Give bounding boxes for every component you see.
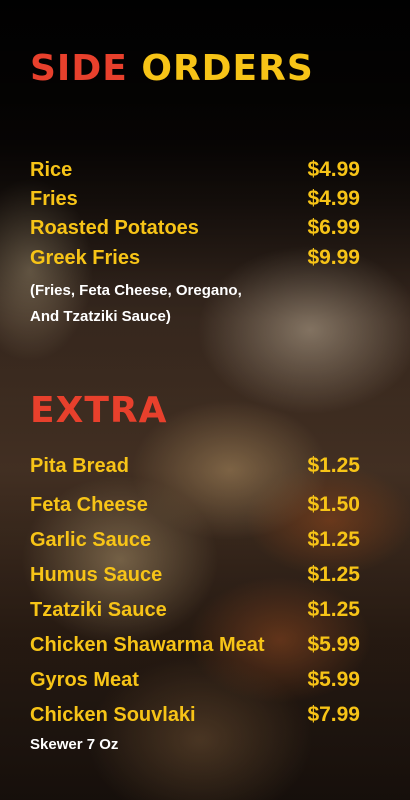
item-name: Tzatziki Sauce <box>30 599 167 621</box>
side-orders-title-word2: ORDERS <box>141 48 314 89</box>
side-orders-title-word1: SIDE <box>30 48 128 89</box>
menu-item-roasted-potatoes: Roasted Potatoes $6.99 <box>30 216 360 240</box>
item-name: Fries <box>30 188 78 210</box>
item-price: $4.99 <box>307 158 360 181</box>
item-name: Chicken Shawarma Meat <box>30 634 265 656</box>
menu-item-humus-sauce: Humus Sauce $1.25 <box>30 563 360 587</box>
item-name: Roasted Potatoes <box>30 217 199 239</box>
item-price: $4.99 <box>307 187 360 210</box>
menu-item-gyros-meat: Gyros Meat $5.99 <box>30 668 360 692</box>
item-price: $5.99 <box>307 633 360 656</box>
side-orders-title: SIDE ORDERS <box>30 48 314 89</box>
item-price: $1.25 <box>307 598 360 621</box>
item-price: $1.50 <box>307 493 360 516</box>
item-price: $9.99 <box>307 246 360 269</box>
menu-item-tzatziki-sauce: Tzatziki Sauce $1.25 <box>30 598 360 622</box>
item-price: $5.99 <box>307 668 360 691</box>
menu-item-rice: Rice $4.99 <box>30 158 360 182</box>
greek-fries-description: (Fries, Feta Cheese, Oregano, And Tzatzi… <box>30 278 330 330</box>
item-name: Garlic Sauce <box>30 529 152 551</box>
item-price: $1.25 <box>307 454 360 477</box>
menu-item-greek-fries: Greek Fries $9.99 <box>30 246 360 270</box>
item-price: $1.25 <box>307 563 360 586</box>
description-line: (Fries, Feta Cheese, Oregano, <box>30 282 242 299</box>
item-name: Rice <box>30 159 73 181</box>
item-name: Feta Cheese <box>30 494 148 516</box>
item-name: Humus Sauce <box>30 564 163 586</box>
menu-item-fries: Fries $4.99 <box>30 187 360 211</box>
description-line: And Tzatziki Sauce) <box>30 308 171 325</box>
chicken-souvlaki-description: Skewer 7 Oz <box>30 736 119 753</box>
menu-item-pita-bread: Pita Bread $1.25 <box>30 454 360 478</box>
item-name: Gyros Meat <box>30 669 139 691</box>
item-price: $1.25 <box>307 528 360 551</box>
menu-item-garlic-sauce: Garlic Sauce $1.25 <box>30 528 360 552</box>
item-price: $7.99 <box>307 703 360 726</box>
item-price: $6.99 <box>307 216 360 239</box>
item-name: Chicken Souvlaki <box>30 704 196 726</box>
menu-item-feta-cheese: Feta Cheese $1.50 <box>30 493 360 517</box>
item-name: Greek Fries <box>30 247 141 269</box>
menu-item-chicken-shawarma-meat: Chicken Shawarma Meat $5.99 <box>30 633 360 657</box>
item-name: Pita Bread <box>30 455 129 477</box>
menu-item-chicken-souvlaki: Chicken Souvlaki $7.99 <box>30 703 360 727</box>
extra-title: EXTRA <box>30 390 168 431</box>
